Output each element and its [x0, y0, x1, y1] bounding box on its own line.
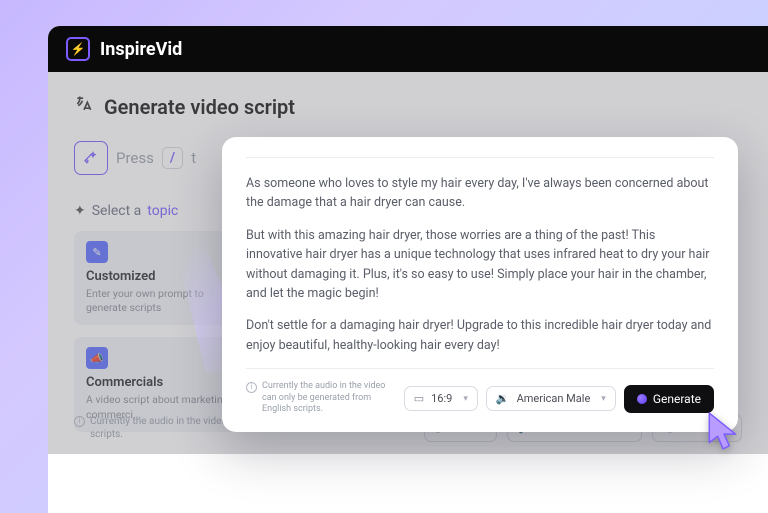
script-paragraph: But with this amazing hair dryer, those …: [246, 226, 714, 304]
script-modal: As someone who loves to style my hair ev…: [222, 137, 738, 432]
modal-footer: i Currently the audio in the video can o…: [246, 368, 714, 416]
info-body: Currently the audio in the video can onl…: [262, 381, 396, 416]
titlebar: InspireVid: [48, 26, 768, 72]
chevron-down-icon: ▾: [463, 394, 468, 404]
script-paragraph: Don't settle for a damaging hair dryer! …: [246, 316, 714, 355]
app-name: InspireVid: [100, 39, 182, 60]
generate-label: Generate: [653, 392, 701, 406]
cursor-pointer-icon: [706, 411, 740, 455]
generate-button[interactable]: Generate: [624, 385, 714, 413]
voice-icon: 🔉: [496, 392, 510, 405]
modal-divider: [246, 157, 714, 158]
sparkle-dot-icon: [637, 394, 647, 404]
info-icon: i: [246, 382, 257, 393]
modal-body: As someone who loves to style my hair ev…: [246, 174, 714, 355]
aspect-value: 16:9: [431, 392, 452, 405]
modal-info: i Currently the audio in the video can o…: [246, 381, 396, 416]
aspect-icon: ▭: [414, 392, 424, 405]
script-paragraph: As someone who loves to style my hair ev…: [246, 174, 714, 213]
chevron-down-icon: ▾: [601, 394, 606, 404]
logo-icon: [66, 37, 90, 61]
voice-value: American Male: [517, 392, 591, 405]
voice-select[interactable]: 🔉 American Male ▾: [486, 386, 616, 411]
aspect-ratio-select[interactable]: ▭ 16:9 ▾: [404, 386, 478, 411]
